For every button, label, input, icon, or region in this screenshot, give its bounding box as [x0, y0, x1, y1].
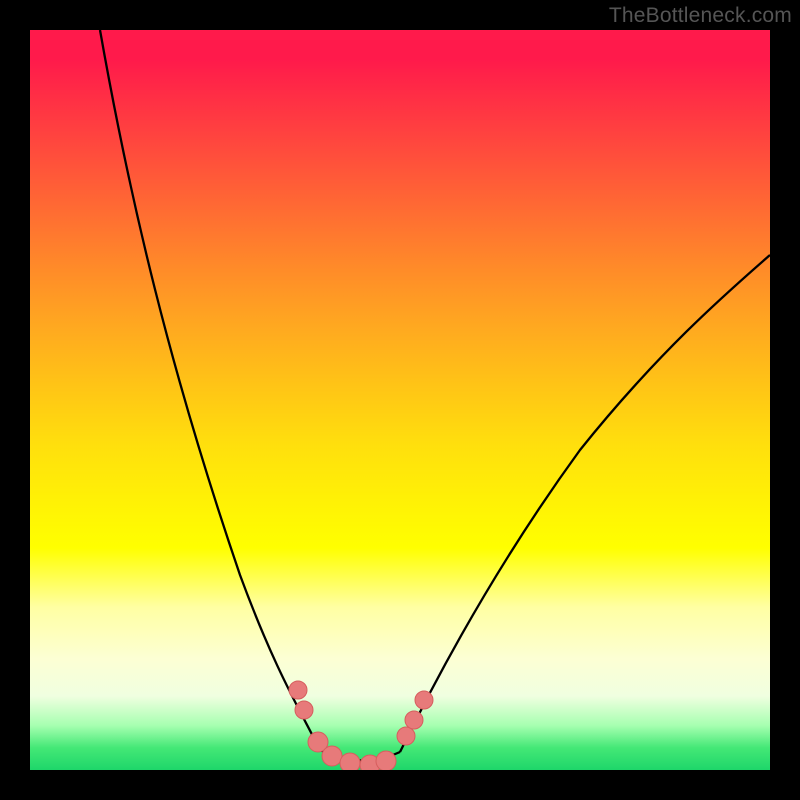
marker-dot — [415, 691, 433, 709]
plot-area — [30, 30, 770, 770]
marker-dot — [405, 711, 423, 729]
marker-dot — [397, 727, 415, 745]
marker-cluster — [289, 681, 433, 770]
chart-frame: TheBottleneck.com — [0, 0, 800, 800]
watermark-text: TheBottleneck.com — [609, 4, 792, 28]
marker-dot — [376, 751, 396, 770]
marker-dot — [340, 753, 360, 770]
marker-dot — [295, 701, 313, 719]
left-curve — [100, 30, 320, 750]
bottleneck-curve — [30, 30, 770, 770]
marker-dot — [289, 681, 307, 699]
right-curve — [400, 255, 770, 752]
marker-dot — [322, 746, 342, 766]
